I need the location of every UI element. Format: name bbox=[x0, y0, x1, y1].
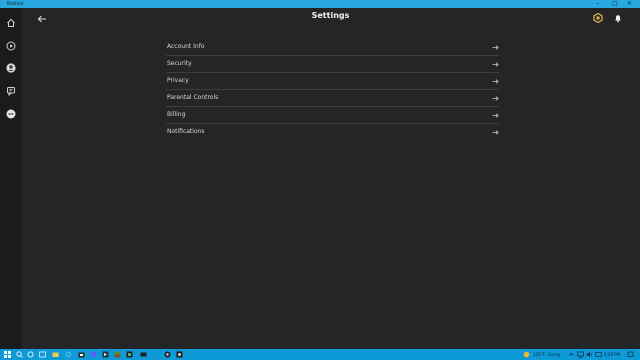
settings-list: Account Info Security Privacy Parental C… bbox=[166, 39, 499, 140]
obs-icon[interactable] bbox=[164, 351, 171, 358]
settings-item-label: Billing bbox=[167, 111, 186, 118]
discord-icon[interactable] bbox=[90, 351, 97, 358]
weather-temp[interactable]: 135°F bbox=[533, 351, 545, 358]
notification-center-icon[interactable] bbox=[627, 351, 634, 358]
notifications-bell-icon[interactable] bbox=[613, 13, 623, 23]
cortana-icon[interactable] bbox=[27, 351, 34, 358]
chat-icon[interactable] bbox=[4, 84, 17, 97]
settings-item-notifications[interactable]: Notifications bbox=[166, 124, 499, 140]
minecraft-icon[interactable] bbox=[114, 351, 121, 358]
arrow-right-icon bbox=[492, 45, 499, 50]
language-icon[interactable] bbox=[595, 351, 602, 358]
arrow-right-icon bbox=[492, 79, 499, 84]
roblox-taskbar-icon[interactable] bbox=[176, 351, 183, 358]
robux-icon[interactable] bbox=[593, 13, 603, 23]
weather-desc[interactable]: Sunny bbox=[548, 351, 561, 358]
settings-item-label: Security bbox=[167, 60, 192, 67]
network-icon[interactable] bbox=[577, 351, 584, 358]
home-icon[interactable] bbox=[4, 16, 17, 29]
arrow-right-icon bbox=[492, 96, 499, 101]
avatar-icon[interactable] bbox=[4, 61, 17, 74]
taskbar: 135°F Sunny 5:29 PM bbox=[0, 349, 640, 360]
settings-item-billing[interactable]: Billing bbox=[166, 107, 499, 124]
windows-start-icon[interactable] bbox=[4, 351, 11, 358]
arrow-right-icon bbox=[492, 130, 499, 135]
page-title: Settings bbox=[311, 11, 350, 20]
file-explorer-icon[interactable] bbox=[52, 351, 59, 358]
settings-item-security[interactable]: Security bbox=[166, 56, 499, 73]
settings-item-label: Parental Controls bbox=[167, 94, 219, 101]
settings-item-label: Privacy bbox=[167, 77, 189, 84]
maximize-button[interactable]: □ bbox=[612, 0, 618, 8]
more-icon[interactable] bbox=[4, 107, 17, 120]
task-view-icon[interactable] bbox=[39, 351, 46, 358]
settings-item-privacy[interactable]: Privacy bbox=[166, 73, 499, 90]
minimize-button[interactable]: – bbox=[596, 0, 599, 8]
play-icon[interactable] bbox=[4, 39, 17, 52]
arrow-right-icon bbox=[492, 113, 499, 118]
arrow-right-icon bbox=[492, 62, 499, 67]
close-button[interactable]: ✕ bbox=[627, 0, 632, 8]
settings-item-label: Notifications bbox=[167, 128, 205, 135]
edge-browser-icon[interactable] bbox=[65, 351, 72, 358]
volume-icon[interactable] bbox=[586, 351, 593, 358]
weather-icon[interactable] bbox=[523, 351, 530, 358]
store-icon[interactable] bbox=[78, 351, 85, 358]
window-title: Roblox bbox=[7, 1, 24, 7]
app-icon[interactable] bbox=[140, 351, 147, 358]
search-icon[interactable] bbox=[16, 351, 23, 358]
main-content: Settings Account Info Security Privacy P… bbox=[21, 8, 640, 349]
app-icon[interactable] bbox=[126, 351, 133, 358]
sidebar bbox=[0, 8, 21, 349]
settings-item-parental-controls[interactable]: Parental Controls bbox=[166, 90, 499, 107]
window-titlebar: Roblox – □ ✕ bbox=[0, 0, 640, 8]
settings-item-account-info[interactable]: Account Info bbox=[166, 39, 499, 56]
tray-chevron-icon[interactable] bbox=[568, 351, 575, 358]
clock[interactable]: 5:29 PM bbox=[604, 351, 620, 358]
settings-item-label: Account Info bbox=[167, 43, 205, 50]
music-app-icon[interactable] bbox=[102, 351, 109, 358]
